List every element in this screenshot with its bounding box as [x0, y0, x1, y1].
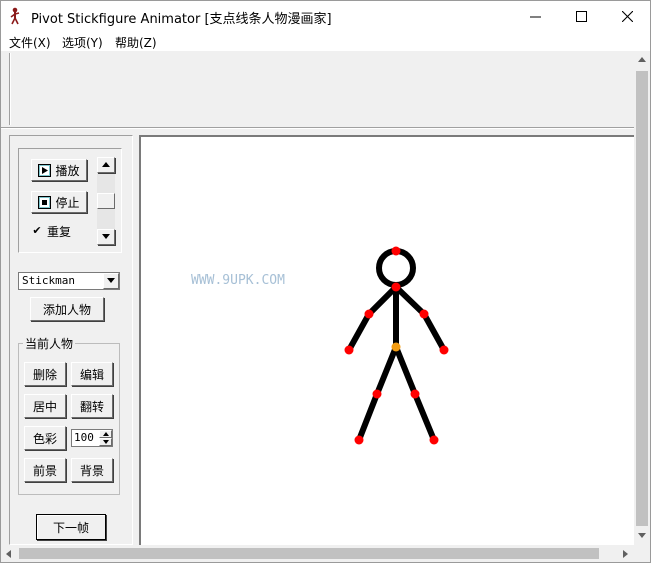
window-title: Pivot Stickfigure Animator [支点线条人物漫画家]	[31, 12, 332, 27]
menu-bar: 文件(X) 选项(Y) 帮助(Z)	[1, 32, 650, 51]
figure-left-upper-arm	[366, 284, 399, 317]
repeat-label: 重复	[47, 225, 72, 239]
horizontal-scrollbar[interactable]	[1, 545, 634, 562]
speed-down-button[interactable]	[97, 229, 115, 245]
handle-left-knee[interactable]	[372, 389, 382, 399]
vertical-scroll-thumb[interactable]	[636, 71, 648, 526]
minimize-icon	[529, 16, 541, 18]
center-button[interactable]: 居中	[24, 394, 66, 418]
spin-down-icon	[102, 234, 110, 239]
handle-neck[interactable]	[391, 282, 401, 292]
close-icon	[621, 11, 633, 22]
menu-options[interactable]: 选项(Y)	[62, 34, 103, 51]
scroll-down-icon[interactable]	[637, 531, 647, 539]
figure-select[interactable]: Stickman	[18, 272, 120, 290]
handle-left-elbow[interactable]	[364, 309, 374, 319]
figure-head	[376, 248, 416, 288]
app-figure-icon	[10, 7, 20, 25]
scroll-right-icon[interactable]	[621, 549, 629, 559]
app-window: Pivot Stickfigure Animator [支点线条人物漫画家] 文…	[0, 0, 651, 563]
frames-divider	[9, 53, 11, 125]
next-frame-button[interactable]: 下一帧	[36, 514, 106, 540]
color-button[interactable]: 色彩	[24, 426, 66, 450]
edit-button[interactable]: 编辑	[71, 362, 113, 386]
figure-right-upper-arm	[393, 284, 427, 317]
speed-up-button[interactable]	[97, 157, 115, 173]
current-figure-label: 当前人物	[23, 335, 76, 352]
scroll-left-icon[interactable]	[5, 549, 13, 559]
close-button[interactable]	[604, 1, 650, 32]
scroll-up-icon[interactable]	[637, 56, 647, 64]
spin-up-icon	[102, 162, 110, 167]
handle-right-elbow[interactable]	[419, 309, 429, 319]
back-button[interactable]: 背景	[71, 458, 113, 482]
handle-left-hand[interactable]	[344, 345, 354, 355]
delete-button[interactable]: 删除	[24, 362, 66, 386]
minimize-button[interactable]	[512, 1, 558, 32]
size-up-button[interactable]	[99, 430, 112, 438]
figure-left-shin	[356, 391, 380, 443]
scroll-corner	[634, 545, 650, 562]
menu-help[interactable]: 帮助(Z)	[115, 34, 157, 51]
chevron-down-icon	[107, 278, 115, 283]
size-value: 100	[74, 431, 94, 444]
repeat-checkbox[interactable]: ✔	[31, 225, 43, 237]
figure-right-thigh	[393, 344, 418, 397]
playback-box: 播放 停止 ✔ 重复	[18, 148, 122, 253]
menu-file[interactable]: 文件(X)	[9, 34, 51, 51]
play-icon	[38, 163, 52, 177]
handle-left-foot[interactable]	[354, 435, 364, 445]
figure-right-forearm	[421, 311, 447, 353]
handle-center[interactable]	[391, 342, 401, 352]
play-label: 播放	[55, 163, 80, 178]
stop-button[interactable]: 停止	[31, 191, 87, 213]
flip-button[interactable]: 翻转	[71, 394, 113, 418]
handle-right-knee[interactable]	[410, 389, 420, 399]
maximize-button[interactable]	[558, 1, 604, 32]
stop-icon	[38, 195, 52, 209]
handle-right-hand[interactable]	[439, 345, 449, 355]
frames-area	[1, 51, 634, 127]
figure-select-value: Stickman	[22, 274, 75, 287]
spin-up-icon	[102, 432, 109, 436]
stick-figure[interactable]	[141, 137, 632, 543]
horizontal-scroll-thumb[interactable]	[19, 548, 599, 559]
figure-right-shin	[412, 391, 437, 443]
figure-left-forearm	[346, 311, 372, 353]
handle-right-foot[interactable]	[429, 435, 439, 445]
current-figure-group: 当前人物 删除 编辑 居中 翻转 色彩 100 前景 背景	[18, 335, 120, 495]
drawing-canvas[interactable]: WWW.9UPK.COM	[139, 135, 634, 545]
play-button[interactable]: 播放	[31, 159, 87, 181]
speed-slider[interactable]	[97, 157, 115, 245]
vertical-scrollbar[interactable]	[634, 51, 650, 545]
size-spinbox[interactable]: 100	[71, 429, 113, 447]
handle-head[interactable]	[391, 246, 401, 256]
maximize-icon	[575, 11, 587, 22]
title-bar: Pivot Stickfigure Animator [支点线条人物漫画家]	[1, 1, 650, 32]
figure-left-thigh	[374, 344, 399, 397]
add-figure-button[interactable]: 添加人物	[30, 297, 104, 321]
separator	[1, 127, 634, 129]
spin-down-icon	[102, 440, 109, 444]
figure-select-dropdown[interactable]	[103, 273, 119, 289]
size-down-button[interactable]	[99, 438, 112, 446]
control-panel: 播放 停止 ✔ 重复 Stickman 添加人物 当前人物 删除 编辑 居中 翻…	[9, 135, 133, 545]
stop-label: 停止	[55, 195, 80, 210]
speed-slider-thumb[interactable]	[97, 193, 115, 209]
front-button[interactable]: 前景	[24, 458, 66, 482]
